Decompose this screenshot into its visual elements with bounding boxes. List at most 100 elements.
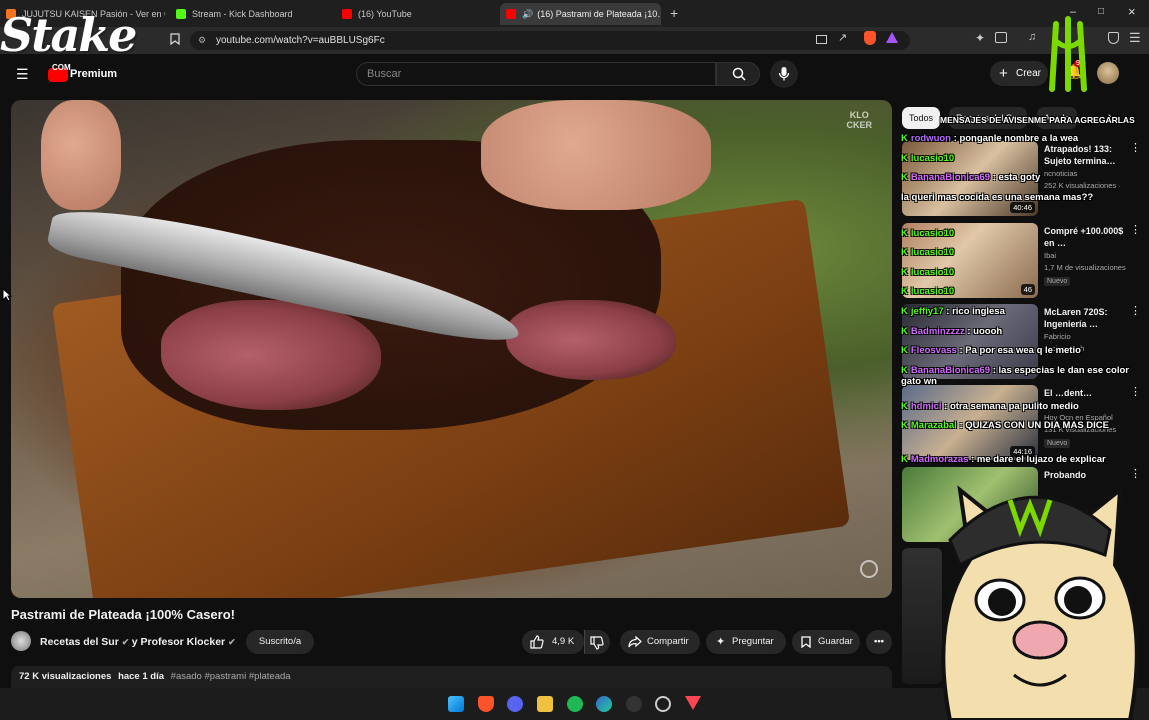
duration-badge: 46 xyxy=(1020,284,1035,295)
channel-name[interactable]: Recetas del Sur xyxy=(40,636,119,648)
maximize-button[interactable]: □ xyxy=(1098,6,1104,17)
hamburger-menu-icon[interactable]: ☰ xyxy=(16,66,29,83)
search-placeholder: Buscar xyxy=(367,68,402,80)
subscribe-button[interactable]: Suscrito/a xyxy=(246,630,314,654)
video-title: Pastrami de Plateada ¡100% Casero! xyxy=(11,607,235,622)
recommendation-title[interactable]: McLaren 720S: Ingeniería … xyxy=(1044,306,1129,330)
music-icon[interactable]: ♫ xyxy=(1028,31,1036,43)
account-avatar[interactable] xyxy=(1097,62,1119,84)
more-horizontal-icon: ••• xyxy=(874,636,884,647)
windows-start-icon[interactable] xyxy=(448,696,464,712)
voice-search-button[interactable] xyxy=(770,60,798,88)
share-page-icon[interactable]: ↗ xyxy=(838,31,847,44)
chat-message: Khdmici : otra semana pa pulito medio xyxy=(901,401,1079,412)
file-explorer-icon[interactable] xyxy=(537,696,553,712)
upload-date: hace 1 día xyxy=(118,671,165,682)
tab-youtube-video[interactable]: 🔊 (16) Pastrami de Plateada ¡10… × xyxy=(500,3,661,25)
search-button[interactable] xyxy=(716,62,760,86)
cast-icon[interactable] xyxy=(816,35,827,44)
screenshot-icon[interactable] xyxy=(995,32,1007,43)
discord-icon[interactable] xyxy=(507,696,523,712)
tab-label: (16) YouTube xyxy=(358,9,412,19)
extensions-icon[interactable]: ✦ xyxy=(975,31,985,45)
chip-all[interactable]: Todos xyxy=(902,107,941,129)
kick-badge-icon: K xyxy=(901,326,908,337)
share-button[interactable]: Compartir xyxy=(620,630,700,654)
channel-watermark[interactable]: KLO CKER xyxy=(846,110,872,130)
dislike-button[interactable] xyxy=(584,630,610,654)
brave-rewards-icon[interactable] xyxy=(886,32,898,43)
share-icon xyxy=(628,636,642,648)
chat-message: K BananaBionica69 : esta goty xyxy=(901,172,1041,183)
watermark-logo-icon xyxy=(860,560,878,578)
brave-shields-icon[interactable] xyxy=(864,31,876,45)
meat-slice-image xyxy=(506,300,676,380)
channel-names[interactable]: Recetas del Sur ✔ y Profesor Klocker ✔ xyxy=(40,636,236,648)
chat-message: K BananaBionica69 : las especias le dan e… xyxy=(901,365,1129,387)
meat-slice-image xyxy=(161,300,381,410)
collab-name[interactable]: y Profesor Klocker xyxy=(132,636,225,648)
chat-message: K Badminzzzz : uoooh xyxy=(901,326,1003,337)
tab-kick-dashboard[interactable]: Stream - Kick Dashboard xyxy=(170,3,335,25)
kick-badge-icon: K xyxy=(901,345,908,356)
sparkle-icon: ✦ xyxy=(716,636,726,648)
view-count: 72 K visualizaciones xyxy=(19,671,112,682)
speaker-icon: 🔊 xyxy=(522,8,534,19)
search-icon xyxy=(732,67,746,81)
url-field[interactable]: ⚙ youtube.com/watch?v=auBBLUSg6Fc xyxy=(190,31,910,50)
hashtags[interactable]: #asado #pastrami #plateada xyxy=(171,671,291,682)
chat-message: Klucasio10 xyxy=(901,286,955,297)
tab-label: (16) Pastrami de Plateada ¡10… xyxy=(537,9,661,19)
chat-message: K Fleosvass : Pa por esa wea q le metio xyxy=(901,345,1081,356)
hand-image xyxy=(41,100,121,210)
recommendation-title[interactable]: Compré +100.000$ en … xyxy=(1044,225,1129,249)
chat-message: la queri mas cocida es una semana mas?? xyxy=(901,192,1094,203)
new-tab-button[interactable]: + xyxy=(670,5,678,21)
more-vertical-icon[interactable]: ⋮ xyxy=(1130,304,1141,317)
kick-badge-icon: K xyxy=(901,286,908,297)
steam-icon[interactable] xyxy=(655,696,671,712)
more-vertical-icon[interactable]: ⋮ xyxy=(1130,141,1141,154)
save-button[interactable]: Guardar xyxy=(792,630,860,654)
site-info-icon[interactable]: ⚙ xyxy=(198,31,206,50)
spotify-icon[interactable] xyxy=(567,696,583,712)
tab-label: Stream - Kick Dashboard xyxy=(192,9,293,19)
chat-message: Klucasio10 xyxy=(901,153,955,164)
create-button[interactable]: + Crear xyxy=(990,61,1048,86)
recommendation-channel[interactable]: Ibai xyxy=(1044,251,1056,260)
url-text: youtube.com/watch?v=auBBLUSg6Fc xyxy=(216,35,385,46)
valorant-icon[interactable] xyxy=(685,696,701,710)
like-button[interactable]: 4,9 K xyxy=(522,630,584,654)
menu-icon[interactable]: ☰ xyxy=(1129,30,1141,46)
more-vertical-icon[interactable]: ⋮ xyxy=(1130,223,1141,236)
edge-icon[interactable] xyxy=(596,696,612,712)
channel-avatar[interactable] xyxy=(11,631,31,651)
recommendation-title[interactable]: El …dent… xyxy=(1044,387,1129,399)
obs-icon[interactable] xyxy=(626,696,642,712)
video-player[interactable]: KLO CKER xyxy=(11,100,892,598)
chat-message: Krodwuon : ponganle nombre a la wea xyxy=(901,133,1079,144)
recommendation-channel[interactable]: Fabricio xyxy=(1044,332,1071,341)
bookmark-icon[interactable] xyxy=(168,33,182,47)
chat-message: Kjeffiy17 : rico inglesa xyxy=(901,306,1005,317)
address-bar-row: ⚙ youtube.com/watch?v=auBBLUSg6Fc ↗ ✦ ♫ … xyxy=(0,27,1149,54)
recommendation-title[interactable]: Atrapados! 133: Sujeto termina… xyxy=(1044,143,1129,167)
vpn-icon[interactable] xyxy=(1108,32,1119,44)
recommendation-channel[interactable]: ncnoticias xyxy=(1044,169,1077,178)
ask-button[interactable]: ✦ Preguntar xyxy=(706,630,786,654)
verified-icon: ✔ xyxy=(228,637,236,647)
kick-badge-icon: K xyxy=(901,172,908,183)
tab-youtube-home[interactable]: (16) YouTube xyxy=(336,3,501,25)
kick-badge-icon: K xyxy=(901,247,908,258)
brave-browser-icon[interactable] xyxy=(478,696,494,712)
kick-badge-icon: K xyxy=(901,365,908,376)
search-input[interactable]: Buscar xyxy=(356,62,716,86)
monster-energy-logo xyxy=(1049,16,1087,92)
chat-message: K Marazabal : QUIZAS CON UN DIA MAS DICE xyxy=(901,420,1109,431)
more-actions-button[interactable]: ••• xyxy=(866,630,892,654)
youtube-premium-label: Premium xyxy=(70,68,118,80)
youtube-icon xyxy=(342,9,352,19)
close-window-button[interactable]: × xyxy=(1128,4,1136,19)
kick-badge-icon: K xyxy=(901,401,908,412)
stake-com-label: COM xyxy=(52,63,71,72)
